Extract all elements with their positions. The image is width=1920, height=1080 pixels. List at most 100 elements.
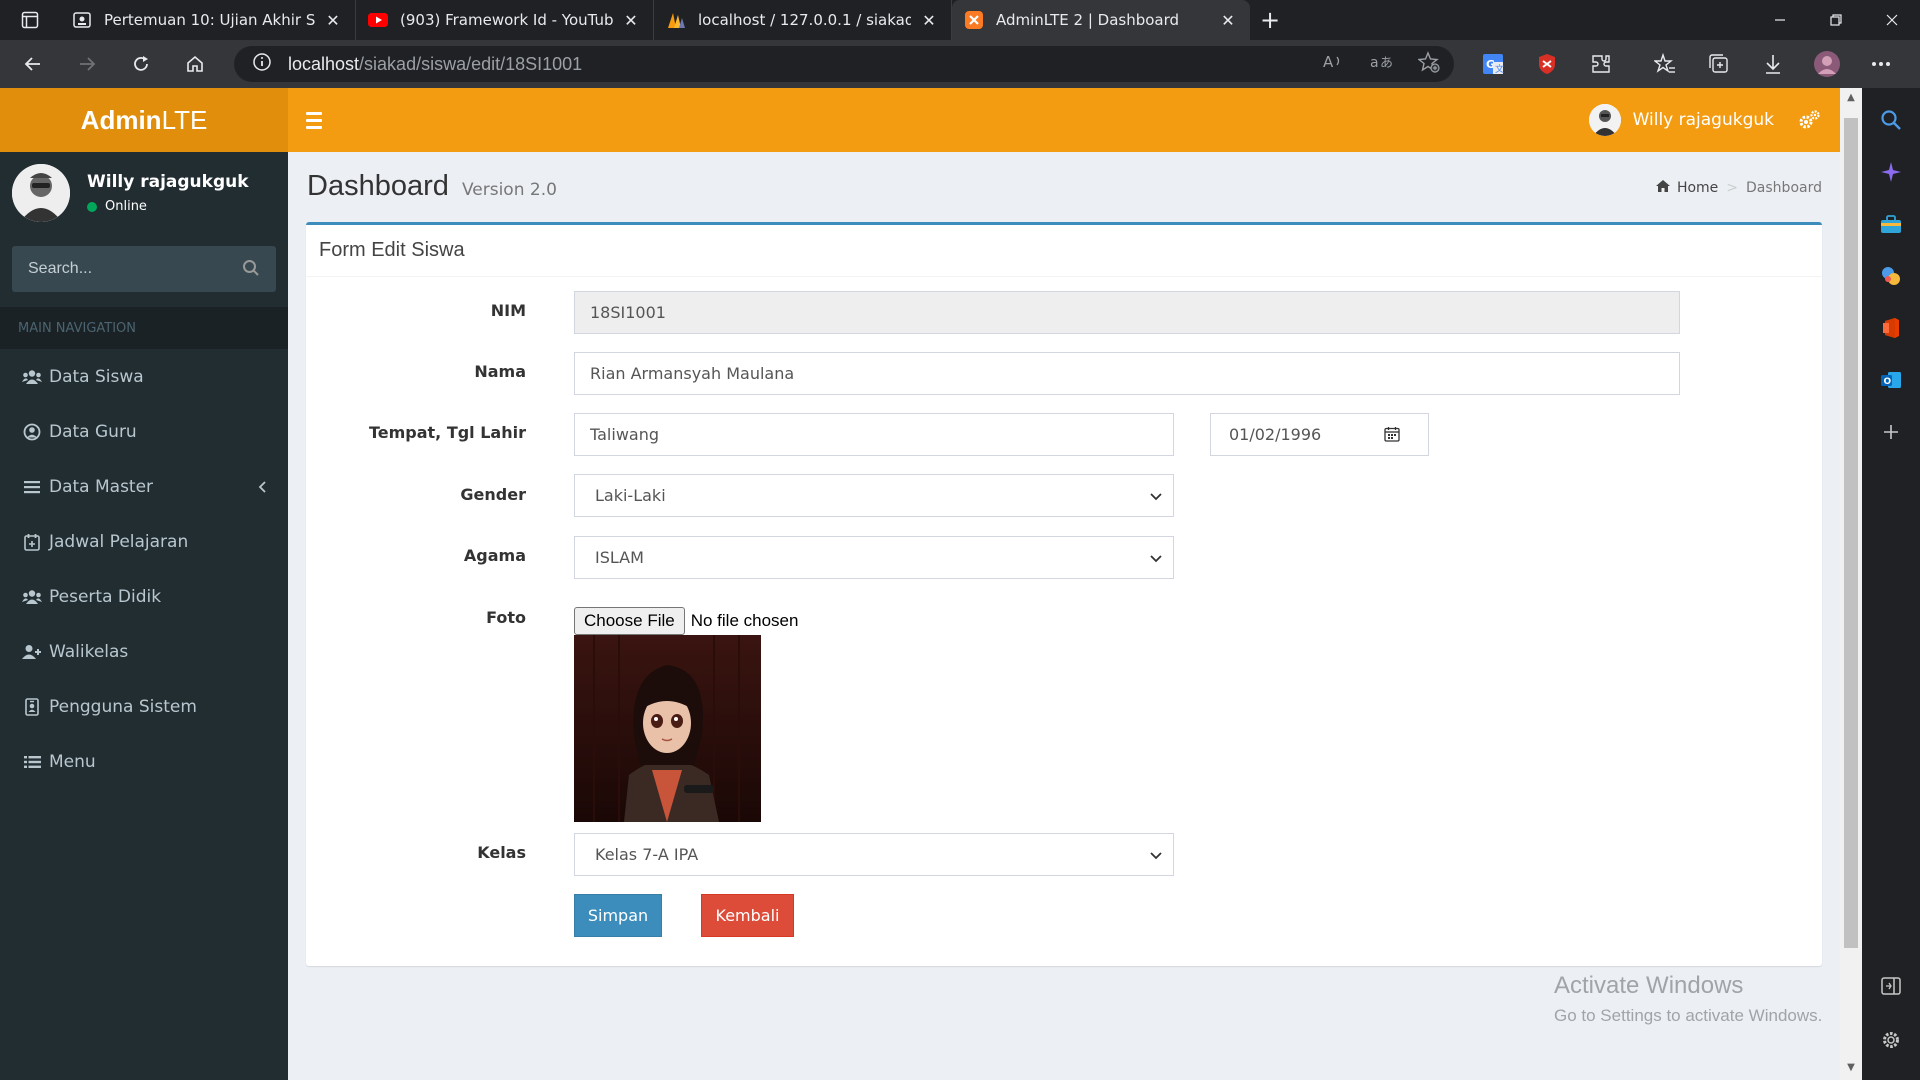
shield-extension-icon[interactable] xyxy=(1520,40,1574,88)
breadcrumb-current: Dashboard xyxy=(1746,180,1822,196)
games-icon[interactable] xyxy=(1862,250,1920,302)
agama-label: Agama xyxy=(463,546,526,565)
gender-label: Gender xyxy=(460,485,526,504)
gears-icon[interactable] xyxy=(1796,108,1822,132)
tab-title: AdminLTE 2 | Dashboard xyxy=(996,11,1180,29)
restore-icon[interactable] xyxy=(1808,0,1864,40)
user-name: Willy rajagukguk xyxy=(1632,110,1774,130)
settings-icon[interactable] xyxy=(1862,1014,1920,1066)
refresh-icon[interactable] xyxy=(114,40,168,88)
gender-select[interactable]: Laki-Laki xyxy=(574,474,1174,517)
save-button[interactable]: Simpan xyxy=(574,894,662,937)
office-icon[interactable] xyxy=(1862,302,1920,354)
nim-field[interactable]: 18SI1001 xyxy=(574,291,1680,334)
sidebar-item-data-guru[interactable]: Data Guru xyxy=(0,404,288,459)
read-aloud-icon[interactable]: A xyxy=(1322,52,1344,76)
add-icon[interactable] xyxy=(1862,406,1920,458)
online-dot-icon xyxy=(87,201,97,212)
tab-actions-icon[interactable] xyxy=(0,0,60,40)
favorites-icon[interactable] xyxy=(1638,40,1692,88)
chevron-down-icon xyxy=(1149,847,1163,866)
browser-tab-1[interactable]: Pertemuan 10: Ujian Akhir Semester ✕ xyxy=(60,0,356,40)
copilot-icon[interactable] xyxy=(1862,146,1920,198)
tab-title: localhost / 127.0.0.1 / siakad / tb xyxy=(698,11,911,29)
browser-tab-4[interactable]: AdminLTE 2 | Dashboard ✕ xyxy=(952,0,1250,40)
search-icon[interactable] xyxy=(1862,94,1920,146)
extensions-icon[interactable] xyxy=(1574,40,1628,88)
scroll-up-icon[interactable]: ▲ xyxy=(1844,92,1858,106)
sidebar-menu: Data Siswa Data Guru Data Master Jadwal … xyxy=(0,349,288,789)
scroll-down-icon[interactable]: ▼ xyxy=(1844,1062,1858,1076)
new-tab-icon[interactable]: + xyxy=(1250,0,1290,40)
tanggal-lahir-field[interactable]: 01/02/1996 xyxy=(1210,413,1429,456)
window-close-icon[interactable] xyxy=(1864,0,1920,40)
sidebar-item-data-master[interactable]: Data Master xyxy=(0,459,288,514)
breadcrumb: Home > Dashboard xyxy=(1655,180,1822,196)
tempat-lahir-field[interactable]: Taliwang xyxy=(574,413,1174,456)
back-icon[interactable] xyxy=(6,40,60,88)
address-bar[interactable]: localhost/siakad/siswa/edit/18SI1001 A a… xyxy=(234,46,1454,82)
phpmyadmin-icon xyxy=(666,10,686,30)
forward-icon[interactable] xyxy=(60,40,114,88)
user-menu[interactable]: Willy rajagukguk xyxy=(1588,88,1774,152)
add-favorite-icon[interactable] xyxy=(1417,51,1440,77)
browser-tab-3[interactable]: localhost / 127.0.0.1 / siakad / tb ✕ xyxy=(654,0,952,40)
choose-file-button[interactable]: Choose File xyxy=(574,607,685,635)
breadcrumb-home-link[interactable]: Home xyxy=(1677,180,1718,196)
downloads-icon[interactable] xyxy=(1746,40,1800,88)
close-icon[interactable]: ✕ xyxy=(1218,10,1238,30)
info-icon[interactable] xyxy=(252,52,272,76)
calendar-plus-icon xyxy=(22,532,42,552)
calendar-icon[interactable] xyxy=(1384,426,1400,446)
file-status: No file chosen xyxy=(690,611,799,630)
tanggal-value: 01/02/1996 xyxy=(1229,425,1322,444)
users-icon xyxy=(22,367,42,387)
translate-icon[interactable]: aあ xyxy=(1370,52,1393,76)
close-icon[interactable]: ✕ xyxy=(323,10,343,30)
shopping-icon[interactable] xyxy=(1862,198,1920,250)
sidebar-layout-icon[interactable] xyxy=(1862,960,1920,1012)
google-translate-icon[interactable]: G文 xyxy=(1466,40,1520,88)
list-icon xyxy=(22,752,42,772)
collections-icon[interactable] xyxy=(1692,40,1746,88)
nim-label: NIM xyxy=(490,301,526,320)
search-input[interactable] xyxy=(28,260,228,278)
sidebar-item-label: Pengguna Sistem xyxy=(49,696,197,717)
home-icon xyxy=(1655,180,1670,196)
page-scrollbar[interactable]: ▲ ▼ xyxy=(1840,88,1862,1080)
nama-field[interactable]: Rian Armansyah Maulana xyxy=(574,352,1680,395)
svg-text:A: A xyxy=(1323,53,1334,71)
tab-title: (903) Framework Id - YouTube xyxy=(400,11,613,29)
search-icon[interactable] xyxy=(242,259,260,281)
edge-sidebar: O xyxy=(1862,88,1920,1080)
back-button[interactable]: Kembali xyxy=(701,894,794,937)
sidebar-toggle-icon[interactable] xyxy=(306,108,330,132)
sidebar-item-walikelas[interactable]: Walikelas xyxy=(0,624,288,679)
page-subtitle: Version 2.0 xyxy=(461,180,557,200)
outlook-icon[interactable]: O xyxy=(1862,354,1920,406)
kelas-select[interactable]: Kelas 7-A IPA xyxy=(574,833,1174,876)
scrollbar-thumb[interactable] xyxy=(1844,118,1858,948)
form-title: Form Edit Siswa xyxy=(306,225,1822,277)
home-icon[interactable] xyxy=(168,40,222,88)
file-input: Choose File No file chosen xyxy=(574,607,798,635)
url-path: /siakad/siswa/edit/18SI1001 xyxy=(359,53,583,74)
browser-tab-2[interactable]: (903) Framework Id - YouTube ✕ xyxy=(356,0,654,40)
nama-value: Rian Armansyah Maulana xyxy=(590,364,795,383)
sidebar-item-pengguna-sistem[interactable]: Pengguna Sistem xyxy=(0,679,288,734)
close-icon[interactable]: ✕ xyxy=(621,10,641,30)
sidebar-item-peserta-didik[interactable]: Peserta Didik xyxy=(0,569,288,624)
svg-text:O: O xyxy=(1884,377,1892,387)
sidebar-item-menu[interactable]: Menu xyxy=(0,734,288,789)
profile-avatar-icon[interactable] xyxy=(1800,40,1854,88)
close-icon[interactable]: ✕ xyxy=(919,10,939,30)
minimize-icon[interactable] xyxy=(1752,0,1808,40)
user-plus-icon xyxy=(22,642,42,662)
foto-label: Foto xyxy=(486,608,526,627)
content-header: Dashboard Version 2.0 xyxy=(307,170,557,203)
agama-select[interactable]: ISLAM xyxy=(574,536,1174,579)
app-logo[interactable]: Admin LTE xyxy=(0,88,288,152)
sidebar-item-data-siswa[interactable]: Data Siswa xyxy=(0,349,288,404)
more-options-icon[interactable] xyxy=(1854,40,1908,88)
sidebar-item-jadwal-pelajaran[interactable]: Jadwal Pelajaran xyxy=(0,514,288,569)
